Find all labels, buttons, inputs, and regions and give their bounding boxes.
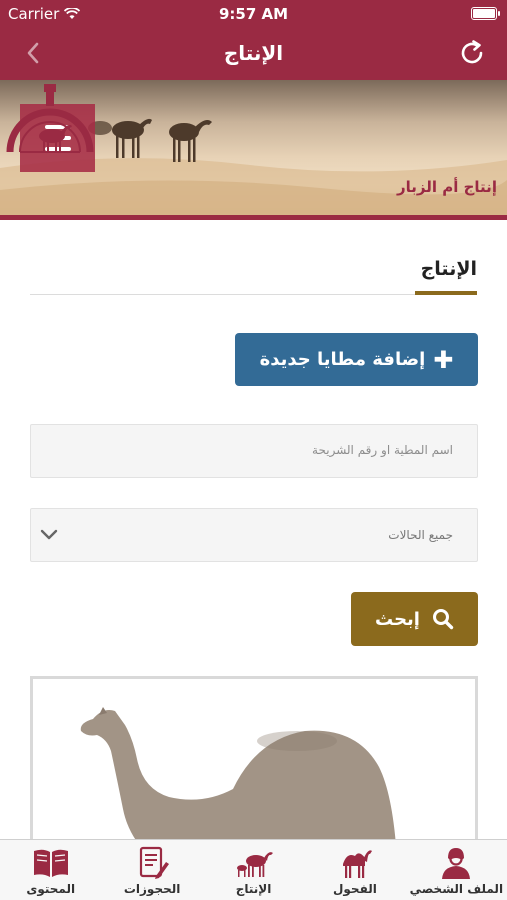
- camel-icon: [342, 850, 372, 878]
- tab-production[interactable]: الإنتاج: [203, 840, 304, 900]
- plus-icon: ✚: [433, 345, 454, 374]
- search-button-label: إبحث: [375, 608, 420, 630]
- search-placeholder: اسم المطية او رقم الشريحة: [312, 443, 453, 457]
- production-screen: Carrier 9:57 AM الإنتاج إنتاج أم الزبار …: [0, 0, 507, 900]
- section-divider: [30, 294, 477, 295]
- tab-label: الحجوزات: [123, 882, 181, 896]
- tab-reservations[interactable]: الحجوزات: [101, 840, 202, 900]
- status-filter-select[interactable]: جميع الحالات: [30, 508, 478, 562]
- document-pen-icon: [140, 846, 170, 879]
- camel-mother-calf-icon: [236, 852, 273, 877]
- add-new-camels-button[interactable]: إضافة مطايا جديدة ✚: [235, 333, 478, 386]
- tab-label: الفحول: [333, 882, 377, 896]
- header-banner: إنتاج أم الزبار: [0, 80, 507, 220]
- tab-profile[interactable]: الملف الشخصي: [406, 840, 507, 900]
- status-bar: Carrier 9:57 AM: [0, 0, 507, 28]
- camel-result-card[interactable]: [30, 676, 478, 856]
- search-button[interactable]: إبحث: [351, 592, 478, 646]
- tab-label: الإنتاج: [235, 882, 272, 896]
- brand-logo: [6, 84, 94, 153]
- camel-search-input[interactable]: اسم المطية او رقم الشريحة: [30, 424, 478, 478]
- tab-label: المحتوى: [26, 882, 76, 896]
- navigation-bar: الإنتاج: [0, 28, 507, 80]
- banner-divider: [0, 215, 507, 220]
- tab-content[interactable]: المحتوى: [0, 840, 101, 900]
- camel-photo: [80, 707, 397, 856]
- user-profile-icon: [442, 848, 471, 879]
- add-button-label: إضافة مطايا جديدة: [259, 349, 426, 370]
- refresh-icon[interactable]: [457, 38, 487, 68]
- tab-stallions[interactable]: الفحول: [304, 840, 405, 900]
- tab-label: الملف الشخصي: [409, 882, 504, 896]
- section-title: الإنتاج: [420, 258, 477, 280]
- section-title-underline: [415, 291, 477, 295]
- status-filter-value: جميع الحالات: [388, 528, 453, 542]
- page-title: الإنتاج: [223, 41, 284, 65]
- battery-icon: [471, 7, 500, 20]
- bottom-tab-bar: المحتوى الحجوزات الإنتاج الفحول الملف ال…: [0, 839, 507, 900]
- chevron-down-icon: [40, 529, 58, 540]
- clock: 9:57 AM: [218, 5, 289, 23]
- book-icon: [33, 849, 68, 877]
- chevron-left-icon[interactable]: [22, 40, 46, 66]
- logo-caption: إنتاج أم الزبار: [397, 178, 497, 196]
- search-icon: [432, 609, 454, 630]
